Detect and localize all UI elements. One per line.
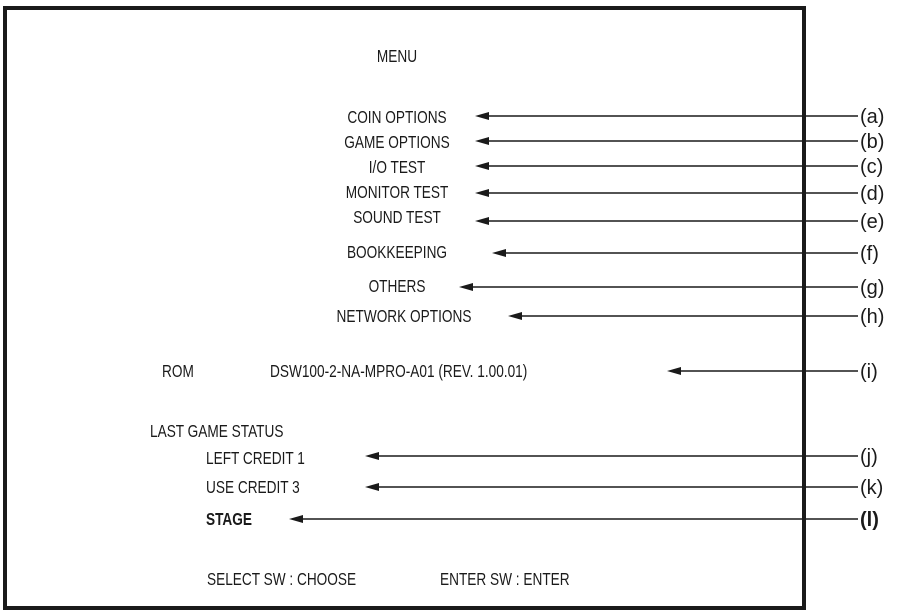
- callout-label-i: (i): [860, 361, 878, 383]
- callout-label-h: (h): [860, 306, 884, 328]
- menu-item-network-options[interactable]: NETWORK OPTIONS: [337, 308, 472, 327]
- arrowhead-f: [492, 249, 506, 257]
- callout-label-f: (f): [860, 243, 879, 265]
- footer-select-hint: SELECT SW : CHOOSE: [207, 571, 356, 590]
- arrowhead-d: [475, 189, 489, 197]
- callout-label-e: (e): [860, 211, 884, 233]
- menu-item-game-options[interactable]: GAME OPTIONS: [344, 134, 449, 153]
- menu-item-io-test[interactable]: I/O TEST: [369, 159, 426, 178]
- menu-item-sound-test[interactable]: SOUND TEST: [353, 209, 441, 228]
- arrowhead-c: [475, 162, 489, 170]
- arrowhead-h: [508, 312, 522, 320]
- menu-list: COIN OPTIONS GAME OPTIONS I/O TEST MONIT…: [337, 109, 472, 327]
- arrowhead-e: [475, 217, 489, 225]
- arrowhead-a: [475, 112, 489, 120]
- menu-item-bookkeeping[interactable]: BOOKKEEPING: [347, 244, 447, 263]
- footer-enter-hint: ENTER SW : ENTER: [440, 571, 570, 590]
- menu-diagram: MENU COIN OPTIONS GAME OPTIONS I/O TEST …: [3, 6, 884, 610]
- callout-label-c: (c): [860, 156, 883, 178]
- callout-labels: (a) (b) (c) (d) (e) (f) (g) (h) (i) (j) …: [860, 106, 884, 531]
- arrowhead-l: [289, 515, 303, 523]
- callout-label-d: (d): [860, 183, 884, 205]
- callout-label-k: (k): [860, 477, 883, 499]
- rom-version: DSW100-2-NA-MPRO-A01 (REV. 1.00.01): [270, 363, 527, 382]
- callout-label-a: (a): [860, 106, 884, 128]
- callout-label-g: (g): [860, 277, 884, 299]
- last-game-status-heading: LAST GAME STATUS: [150, 423, 283, 442]
- arrowhead-i: [667, 367, 681, 375]
- arrowhead-b: [475, 137, 489, 145]
- menu-item-monitor-test[interactable]: MONITOR TEST: [346, 184, 449, 203]
- use-credit-row: USE CREDIT 3: [206, 479, 300, 498]
- callout-label-j: (j): [860, 446, 878, 468]
- menu-title: MENU: [377, 48, 417, 67]
- arrowhead-g: [459, 283, 473, 291]
- menu-item-coin-options[interactable]: COIN OPTIONS: [347, 109, 446, 128]
- callout-label-l: (l): [860, 509, 879, 531]
- arrowhead-k: [365, 483, 379, 491]
- rom-label: ROM: [162, 363, 194, 382]
- stage-row: STAGE: [206, 511, 252, 530]
- callout-label-b: (b): [860, 131, 884, 153]
- arrowhead-j: [365, 452, 379, 460]
- menu-item-others[interactable]: OTHERS: [369, 278, 426, 297]
- left-credit-row: LEFT CREDIT 1: [206, 450, 305, 469]
